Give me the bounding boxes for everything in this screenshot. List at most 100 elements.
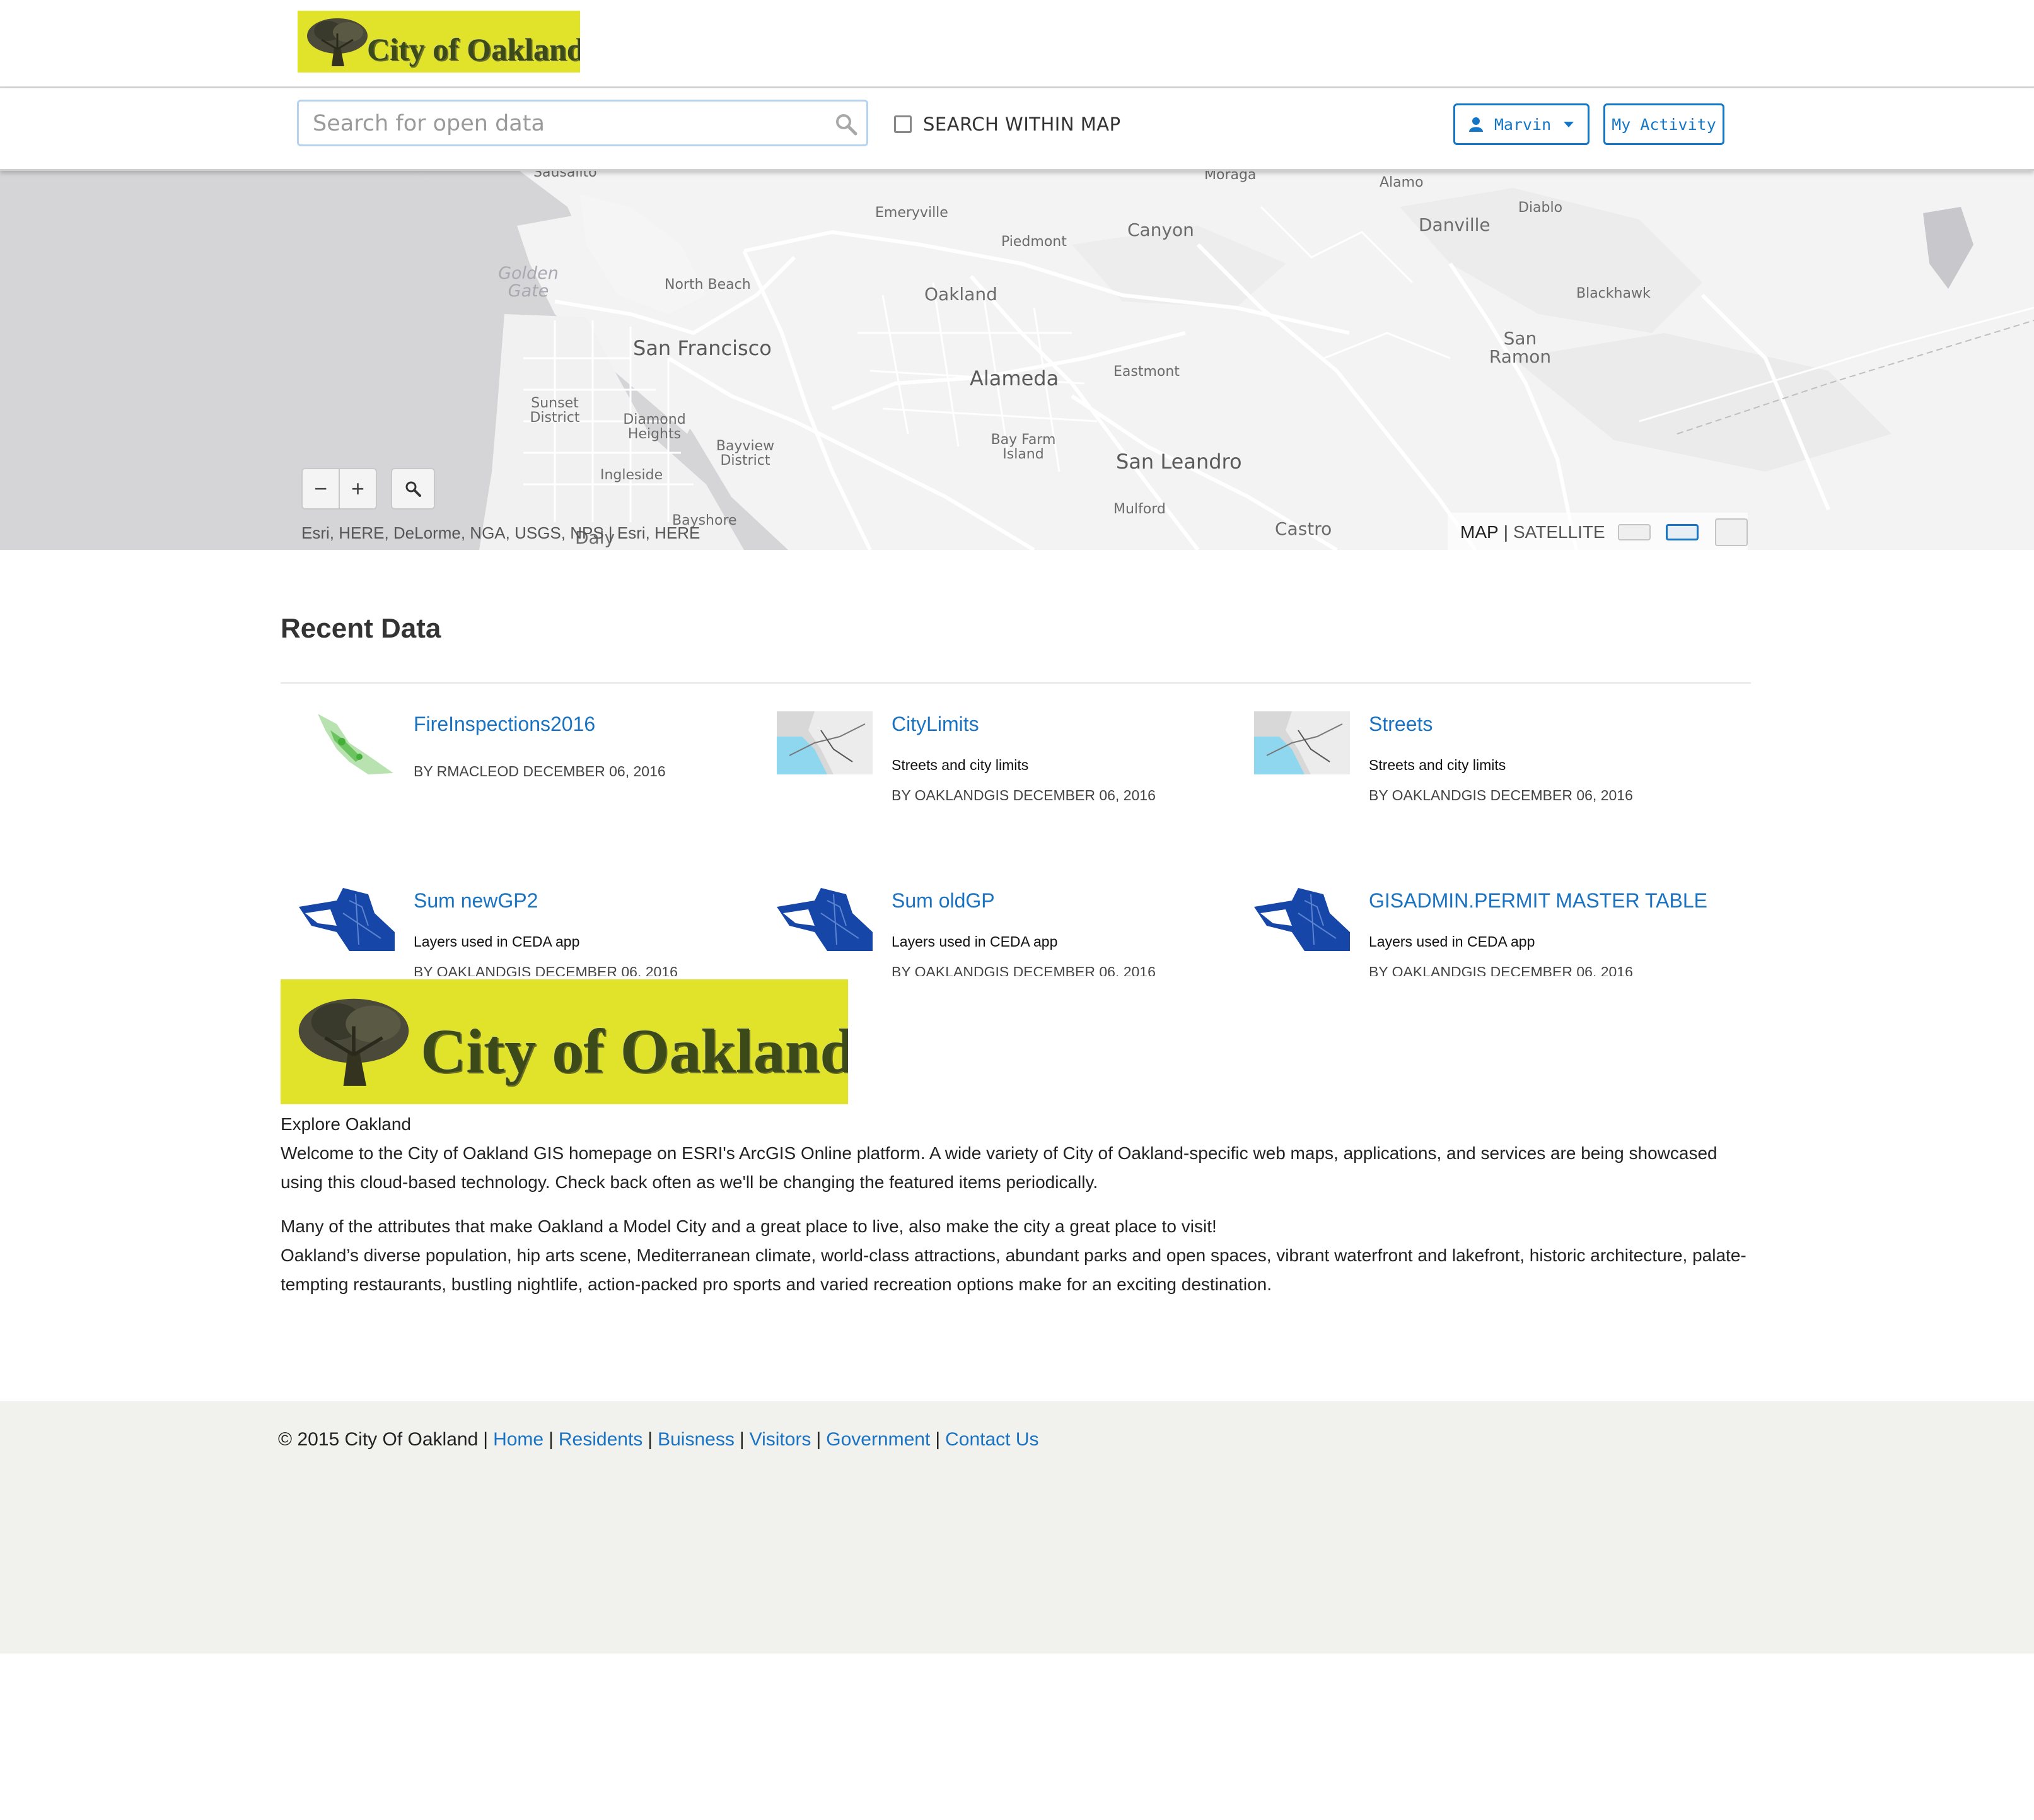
footer-link-business[interactable]: Buisness (658, 1429, 735, 1450)
site-footer: © 2015 City Of Oakland | Home | Residents | Bu… (0, 1401, 2034, 1654)
map-search-button[interactable] (391, 468, 435, 510)
map-label: Canyon (1127, 219, 1194, 240)
copyright: © 2015 City Of Oakland (278, 1429, 479, 1450)
zoom-control: − + (301, 468, 377, 510)
map-label: San Ramon (1489, 328, 1552, 368)
basemap-thumb-imagery[interactable] (1714, 518, 1748, 546)
map-label: San Leandro (1116, 450, 1242, 474)
user-menu-label: Marvin (1494, 115, 1552, 134)
basemap-separator: | (1503, 522, 1508, 542)
map-attribution[interactable]: Esri, HERE, DeLorme, NGA, USGS, NPS | Es… (301, 523, 700, 543)
footer-link-residents[interactable]: Residents (559, 1429, 642, 1450)
site-header: City of Oakland (0, 0, 2034, 88)
data-item-title[interactable]: Sum newGP2 (414, 889, 538, 913)
data-item-meta: BY OAKLANDGIS DECEMBER 06, 2016 (892, 787, 1156, 803)
my-activity-button[interactable]: My Activity (1603, 103, 1724, 145)
data-item[interactable]: CityLimits Streets and city limits BY OA… (777, 711, 1243, 812)
data-item-title[interactable]: GISADMIN.PERMIT MASTER TABLE (1369, 889, 1707, 913)
explore-paragraph: Many of the attributes that make Oakland… (281, 1216, 1217, 1236)
sum-newgp2-thumbnail (299, 888, 395, 951)
map-label: Danville (1419, 214, 1491, 235)
basemap-thumb-light[interactable] (1617, 524, 1651, 540)
recent-data-heading: Recent Data (281, 613, 441, 644)
data-item-description: Streets and city limits (892, 757, 1029, 773)
search-within-map-toggle[interactable]: SEARCH WITHIN MAP (894, 114, 1121, 135)
explore-heading: Explore Oakland (281, 1114, 412, 1134)
map-label: Alameda (970, 366, 1059, 390)
oak-tree-icon (307, 18, 368, 66)
data-item-meta: BY OAKLANDGIS DECEMBER 06, 2016 (414, 964, 678, 976)
map-label: Oakland (924, 284, 997, 305)
explore-logo: City of Oakland (281, 979, 848, 1104)
data-item-description: Layers used in CEDA app (414, 933, 580, 950)
map-label: Sunset District (530, 395, 580, 426)
city-limits-thumbnail (777, 711, 873, 774)
data-item-title[interactable]: FireInspections2016 (414, 713, 595, 736)
map-label: Moraga (1204, 169, 1257, 183)
sum-oldgp-thumbnail (777, 888, 873, 951)
basemap-thumb-selected[interactable] (1665, 524, 1699, 540)
search-within-map-checkbox[interactable] (894, 115, 912, 133)
map-label: Mulford (1113, 501, 1166, 517)
data-item[interactable]: FireInspections2016 BY RMACLEOD DECEMBER… (299, 711, 765, 812)
chevron-down-icon (1564, 121, 1574, 127)
footer-link-home[interactable]: Home (493, 1429, 543, 1450)
data-item-description: Streets and city limits (1369, 757, 1506, 773)
zoom-out-button[interactable]: − (303, 469, 340, 508)
footer-link-government[interactable]: Government (826, 1429, 930, 1450)
map-label: Piedmont (1001, 234, 1067, 250)
explore-paragraph: Welcome to the City of Oakland GIS homep… (281, 1143, 1717, 1192)
search-within-map-label: SEARCH WITHIN MAP (923, 114, 1121, 135)
search-toolbar: SEARCH WITHIN MAP Marvin My Activity (0, 88, 2034, 171)
zoom-in-button[interactable]: + (340, 469, 376, 508)
data-item-description: Layers used in CEDA app (1369, 933, 1535, 950)
data-item[interactable]: Sum oldGP Layers used in CEDA app BY OAK… (777, 888, 1243, 976)
explore-paragraph: Oakland’s diverse population, hip arts s… (281, 1245, 1746, 1294)
fire-inspections-thumbnail (299, 711, 395, 774)
logo-text: City of Oakland (421, 1016, 848, 1086)
user-menu-button[interactable]: Marvin (1453, 103, 1589, 145)
map-view[interactable]: Sausalito Moraga Alamo Emeryville Diablo… (0, 169, 2034, 550)
data-item-description: Layers used in CEDA app (892, 933, 1058, 950)
permit-master-table-thumbnail (1254, 888, 1350, 951)
data-item[interactable]: Sum newGP2 Layers used in CEDA app BY OA… (299, 888, 765, 976)
data-item-title[interactable]: CityLimits (892, 713, 979, 736)
streets-thumbnail (1254, 711, 1350, 774)
map-label: Alamo (1380, 175, 1424, 190)
user-icon (1468, 117, 1483, 132)
map-label: Blackhawk (1576, 286, 1651, 301)
data-item-meta: BY OAKLANDGIS DECEMBER 06, 2016 (892, 964, 1156, 976)
map-label: Emeryville (875, 205, 948, 221)
explore-section: Explore Oakland Welcome to the City of O… (281, 1110, 1750, 1299)
map-label: San Francisco (633, 336, 772, 360)
map-label: Diamond Heights (623, 412, 686, 443)
footer-nav: © 2015 City Of Oakland | Home | Residents | Bu… (278, 1429, 1039, 1450)
map-label: Golden Gate (498, 264, 559, 301)
map-label: Ingleside (600, 467, 663, 483)
logo-text: City of Oakland (367, 32, 580, 67)
oak-tree-icon (298, 998, 409, 1086)
map-label: Diablo (1518, 200, 1563, 216)
city-logo[interactable]: City of Oakland (298, 11, 580, 73)
recent-data-row-2: Sum newGP2 Layers used in CEDA app BY OA… (0, 883, 2034, 976)
map-label: North Beach (665, 277, 751, 293)
data-item-meta: BY OAKLANDGIS DECEMBER 06, 2016 (1369, 787, 1633, 803)
search-icon[interactable] (835, 113, 857, 136)
map-label: Bay Farm Island (991, 432, 1056, 463)
basemap-map-option[interactable]: MAP (1460, 522, 1499, 542)
search-input[interactable] (311, 108, 812, 139)
footer-link-contact[interactable]: Contact Us (945, 1429, 1038, 1450)
data-item-title[interactable]: Streets (1369, 713, 1433, 736)
data-item[interactable]: Streets Streets and city limits BY OAKLA… (1254, 711, 1721, 812)
data-item[interactable]: GISADMIN.PERMIT MASTER TABLE Layers used… (1254, 888, 1721, 976)
divider (281, 682, 1751, 684)
map-label: Castro (1275, 518, 1332, 539)
data-item-title[interactable]: Sum oldGP (892, 889, 995, 913)
footer-link-visitors[interactable]: Visitors (750, 1429, 811, 1450)
map-label: Bayview District (716, 438, 775, 469)
data-item-meta: BY RMACLEOD DECEMBER 06, 2016 (414, 763, 666, 779)
map-label: Eastmont (1113, 364, 1180, 380)
search-box (297, 100, 868, 146)
basemap-satellite-option[interactable]: SATELLITE (1513, 522, 1605, 542)
